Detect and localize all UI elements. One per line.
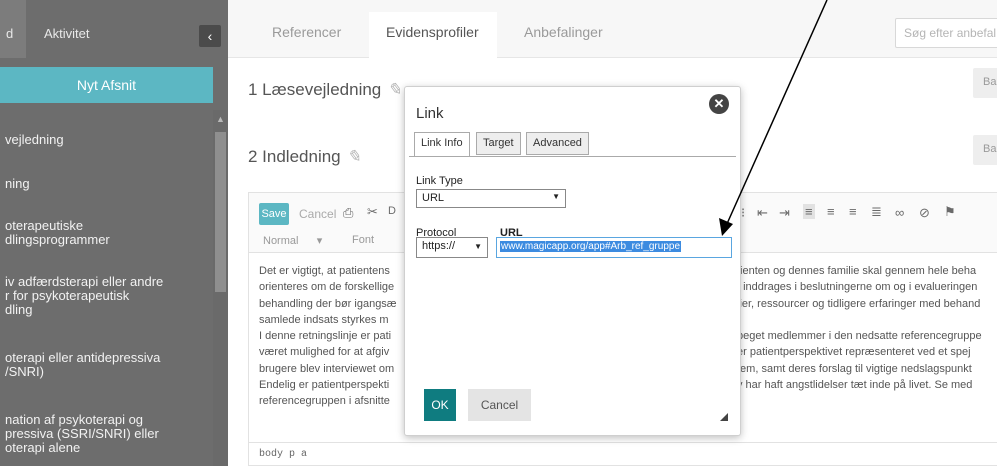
url-input[interactable]: www.magicapp.org/app#Arb_ref_gruppe: [496, 237, 732, 258]
back-button[interactable]: Ba: [973, 135, 997, 165]
align-left-icon[interactable]: ≡: [803, 204, 815, 219]
sidebar-tab-first[interactable]: d: [6, 26, 13, 41]
link-type-value: URL: [422, 192, 445, 204]
cut-icon[interactable]: ✂: [367, 204, 378, 220]
link-icon[interactable]: ∞: [895, 205, 904, 220]
unlink-icon[interactable]: ⊘: [919, 205, 930, 221]
dialog-cancel-button[interactable]: Cancel: [468, 389, 531, 421]
sidebar-item-combination[interactable]: nation af psykoterapi og pressiva (SSRI/…: [0, 413, 213, 455]
tab-recommendations[interactable]: Anbefalinger: [524, 24, 603, 40]
format-select[interactable]: Normal ▾: [263, 234, 322, 247]
tab-evidence-profiles[interactable]: Evidensprofiler: [386, 24, 479, 40]
dialog-title: Link: [416, 105, 444, 122]
sidebar-item-label: nation af psykoterapi og pressiva (SSRI/…: [5, 412, 159, 455]
pencil-icon[interactable]: ✎: [347, 147, 361, 167]
content-line: v har haft angstlidelser tæt inde på liv…: [737, 379, 973, 392]
tab-references[interactable]: Referencer: [272, 24, 341, 40]
scrollbar-thumb[interactable]: [215, 132, 226, 292]
protocol-select[interactable]: https:// ▼: [416, 237, 488, 258]
content-line: [737, 312, 997, 328]
sidebar-item-reading-guide[interactable]: vejledning: [0, 133, 213, 147]
chevron-down-icon: ▼: [552, 192, 560, 201]
sidebar-item-psychotherapy-or-antidepressants[interactable]: oterapi eller antidepressiva /SNRI): [0, 351, 213, 379]
back-button[interactable]: Ba: [973, 68, 997, 98]
sidebar-item-psychotherapeutic-programs[interactable]: oterapeutiske dlingsprogrammer: [0, 219, 213, 247]
section-title-introduction: 2 Indledning ✎: [248, 147, 361, 167]
chevron-left-icon[interactable]: ‹: [199, 25, 221, 47]
indent-icon[interactable]: ⇥: [779, 205, 790, 221]
sidebar-item-label: iv adfærdsterapi eller andre r for psyko…: [5, 274, 164, 317]
ok-button[interactable]: OK: [424, 389, 456, 421]
content-line: lier, ressourcer og tidligere erfaringer…: [737, 297, 981, 310]
sidebar-item-label: vejledning: [5, 132, 64, 147]
resize-handle-icon[interactable]: [720, 413, 728, 421]
tab-target[interactable]: Target: [476, 132, 521, 155]
content-line: peget medlemmer i den nedsatte reference…: [737, 330, 982, 343]
sidebar-item-introduction[interactable]: ning: [0, 177, 213, 191]
content-line: tem, samt deres forslag til vigtige neds…: [737, 362, 972, 375]
tab-advanced[interactable]: Advanced: [526, 132, 589, 155]
content-line: er patientperspektivet repræsenteret ved…: [737, 346, 971, 359]
sidebar-item-cognitive-therapy[interactable]: iv adfærdsterapi eller andre r for psyko…: [0, 275, 213, 317]
section-title-reading-guide: 1 Læsevejledning ✎: [248, 80, 402, 100]
align-center-icon[interactable]: ≡: [827, 204, 835, 219]
chevron-down-icon: ▾: [316, 235, 323, 247]
link-info-panel: Link Type URL ▼ Protocol URL: [409, 156, 736, 376]
link-dialog: Link ✕ Link Info Target Advanced Link Ty…: [404, 86, 741, 436]
save-button[interactable]: Save: [259, 203, 289, 225]
link-type-label: Link Type: [416, 175, 463, 187]
editor-content-right: tienten og dennes familie skal gennem he…: [737, 263, 997, 393]
content-line: tienten og dennes familie skal gennem he…: [737, 265, 977, 277]
print-icon[interactable]: ⎙: [343, 205, 353, 221]
url-input-value: www.magicapp.org/app#Arb_ref_gruppe: [500, 241, 681, 252]
top-tab-bar: Referencer Evidensprofiler Anbefalinger …: [228, 0, 997, 59]
stray-letter: D: [388, 205, 396, 217]
pencil-icon[interactable]: ✎: [387, 80, 401, 100]
justify-icon[interactable]: ≣: [871, 204, 882, 220]
list-icon[interactable]: ⁝: [741, 205, 745, 221]
section-title-text: 1 Læsevejledning: [248, 80, 382, 99]
search-input[interactable]: Søg efter anbefal: [895, 18, 997, 48]
sidebar-tab-activity[interactable]: Aktivitet: [44, 26, 90, 41]
cancel-button[interactable]: Cancel: [299, 207, 336, 221]
new-section-button[interactable]: Nyt Afsnit: [0, 67, 213, 103]
sidebar-tabs: d Aktivitet ‹: [0, 0, 228, 58]
sidebar-item-label: ning: [5, 176, 30, 191]
search-placeholder: Søg efter anbefal: [904, 26, 997, 40]
sidebar-item-label: oterapi eller antidepressiva /SNRI): [5, 350, 161, 379]
chevron-down-icon: ▼: [474, 242, 482, 251]
outdent-icon[interactable]: ⇤: [757, 205, 768, 221]
content-line: t inddrages i beslutningerne om og i eva…: [737, 281, 978, 294]
font-select[interactable]: Font: [352, 234, 374, 246]
section-title-text: 2 Indledning: [248, 147, 341, 166]
sidebar-scrollbar[interactable]: ▲: [213, 110, 228, 466]
close-icon[interactable]: ✕: [709, 94, 729, 114]
protocol-value: https://: [422, 240, 456, 252]
back-button-label: Ba: [983, 76, 997, 88]
sidebar-item-label: oterapeutiske dlingsprogrammer: [5, 218, 110, 247]
link-type-select[interactable]: URL ▼: [416, 189, 566, 208]
scroll-up-icon[interactable]: ▲: [216, 114, 225, 124]
tab-link-info[interactable]: Link Info: [414, 132, 470, 157]
element-path-bar[interactable]: body p a: [249, 442, 997, 466]
format-select-value: Normal: [263, 235, 299, 247]
sidebar: d Aktivitet ‹ Nyt Afsnit vejledning ning…: [0, 0, 228, 466]
anchor-flag-icon[interactable]: ⚑: [944, 204, 956, 220]
align-right-icon[interactable]: ≡: [849, 204, 857, 219]
back-button-label: Ba: [983, 143, 997, 155]
